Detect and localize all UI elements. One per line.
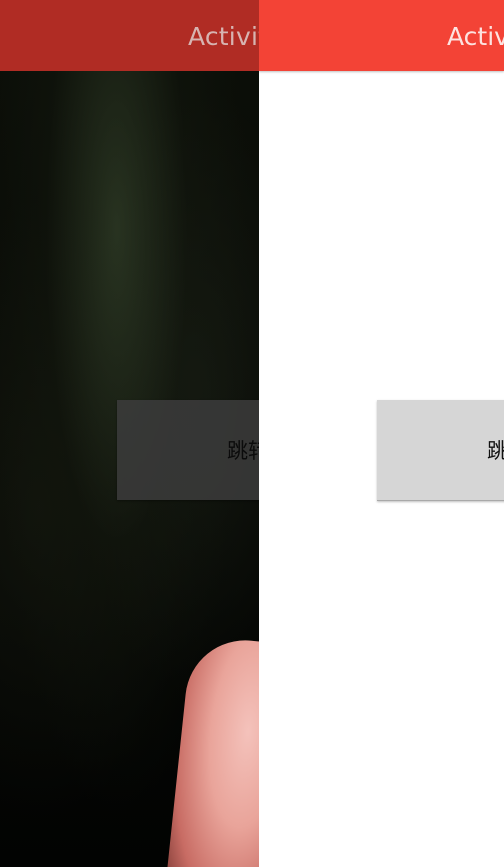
previous-activity-pane: Activit 跳转 [0, 0, 259, 867]
next-activity-pane: Activ 跳 [259, 0, 504, 867]
app-toolbar: Activit [0, 0, 259, 71]
toolbar-title: Activit [188, 22, 259, 51]
jump-button-label: 跳 [487, 439, 504, 463]
jump-button[interactable]: 跳转 [117, 400, 259, 500]
jump-button-label: 跳转 [227, 439, 259, 463]
jump-button[interactable]: 跳 [377, 400, 504, 501]
toolbar-title: Activ [447, 22, 504, 51]
app-toolbar: Activ [259, 0, 504, 71]
